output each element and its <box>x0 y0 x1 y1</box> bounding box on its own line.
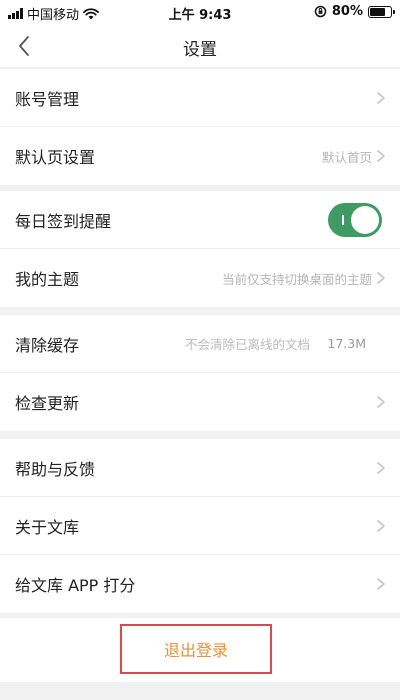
cache-size: 17.3M <box>327 336 366 351</box>
logout-button[interactable]: 退出登录 <box>120 624 272 674</box>
page-title: 设置 <box>183 40 217 60</box>
row-label: 给文库 APP 打分 <box>15 576 136 595</box>
chevron-right-icon <box>377 92 385 104</box>
battery-fill <box>370 7 385 16</box>
row-value: 当前仅支持切换桌面的主题 <box>221 271 372 287</box>
row-label: 关于文库 <box>15 517 80 537</box>
settings-group-about: 帮助与反馈 关于文库 给文库 APP 打分 <box>0 439 400 613</box>
row-hint: 不会清除已离线的文档 <box>184 337 310 352</box>
battery-percent: 80% <box>331 4 363 19</box>
row-clear-cache[interactable]: 清除缓存 不会清除已离线的文档 17.3M <box>0 315 400 373</box>
row-label: 清除缓存 <box>15 335 80 355</box>
orientation-lock-icon <box>314 5 327 18</box>
battery-icon <box>368 5 395 18</box>
row-label: 帮助与反馈 <box>15 459 96 479</box>
toggle-knob <box>351 206 379 234</box>
chevron-right-icon <box>377 520 385 532</box>
row-about-library[interactable]: 关于文库 <box>0 497 400 555</box>
logout-section: 退出登录 <box>0 618 400 682</box>
row-label: 账号管理 <box>15 89 80 109</box>
settings-group-storage: 清除缓存 不会清除已离线的文档 17.3M 检查更新 <box>0 315 400 431</box>
settings-group-preferences: 每日签到提醒 我的主题 当前仅支持切换桌面的主题 <box>0 191 400 307</box>
row-label: 检查更新 <box>15 394 80 413</box>
row-label: 我的主题 <box>15 270 80 289</box>
row-help-feedback[interactable]: 帮助与反馈 <box>0 439 400 497</box>
nav-bar: 设置 <box>0 24 400 68</box>
chevron-right-icon <box>377 272 385 284</box>
row-label: 默认页设置 <box>15 148 96 167</box>
row-my-theme[interactable]: 我的主题 当前仅支持切换桌面的主题 <box>0 249 400 307</box>
chevron-right-icon <box>377 578 385 590</box>
chevron-right-icon <box>377 396 385 408</box>
row-default-page[interactable]: 默认页设置 默认首页 <box>0 127 400 185</box>
chevron-right-icon <box>377 150 385 162</box>
row-daily-checkin-reminder: 每日签到提醒 <box>0 191 400 249</box>
status-right: 80% <box>314 4 395 19</box>
row-rate-app[interactable]: 给文库 APP 打分 <box>0 555 400 613</box>
checkin-reminder-toggle[interactable] <box>328 203 382 237</box>
toggle-on-mark <box>342 215 344 225</box>
chevron-right-icon <box>377 462 385 474</box>
row-account-management[interactable]: 账号管理 <box>0 69 400 127</box>
settings-group-account: 账号管理 默认页设置 默认首页 <box>0 69 400 185</box>
row-label: 每日签到提醒 <box>15 211 112 231</box>
row-check-update[interactable]: 检查更新 <box>0 373 400 431</box>
row-value: 默认首页 <box>321 149 372 165</box>
status-bar: 中国移动 上午 9:43 80% <box>0 0 400 24</box>
